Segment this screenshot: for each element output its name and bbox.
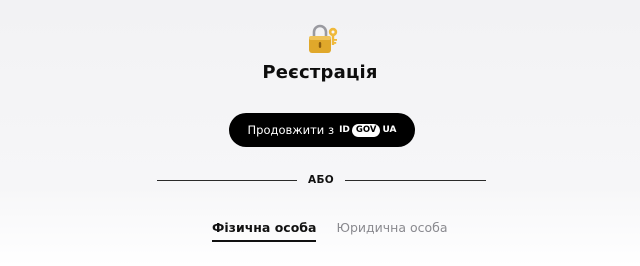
lock-with-key-icon bbox=[309, 24, 338, 53]
id-logo-ua: UA bbox=[382, 125, 397, 135]
id-button-label: Продовжити з bbox=[247, 123, 335, 137]
page-title: Реєстрація bbox=[262, 62, 378, 83]
divider-left bbox=[157, 180, 297, 181]
continue-with-id-gov-ua-button[interactable]: Продовжити з ID GOV UA bbox=[229, 113, 415, 147]
person-type-tabs: Фізична особа Юридична особа bbox=[212, 220, 448, 242]
id-gov-ua-logo: ID GOV UA bbox=[339, 123, 397, 137]
registration-page: Реєстрація Продовжити з ID GOV UA АБО Фі… bbox=[0, 0, 640, 266]
id-logo-id: ID bbox=[339, 125, 350, 135]
divider-right bbox=[345, 180, 486, 181]
tab-legal-entity[interactable]: Юридична особа bbox=[336, 220, 447, 242]
id-logo-gov: GOV bbox=[351, 123, 381, 137]
tab-individual[interactable]: Фізична особа bbox=[212, 220, 317, 242]
or-separator-label: АБО bbox=[308, 174, 334, 186]
